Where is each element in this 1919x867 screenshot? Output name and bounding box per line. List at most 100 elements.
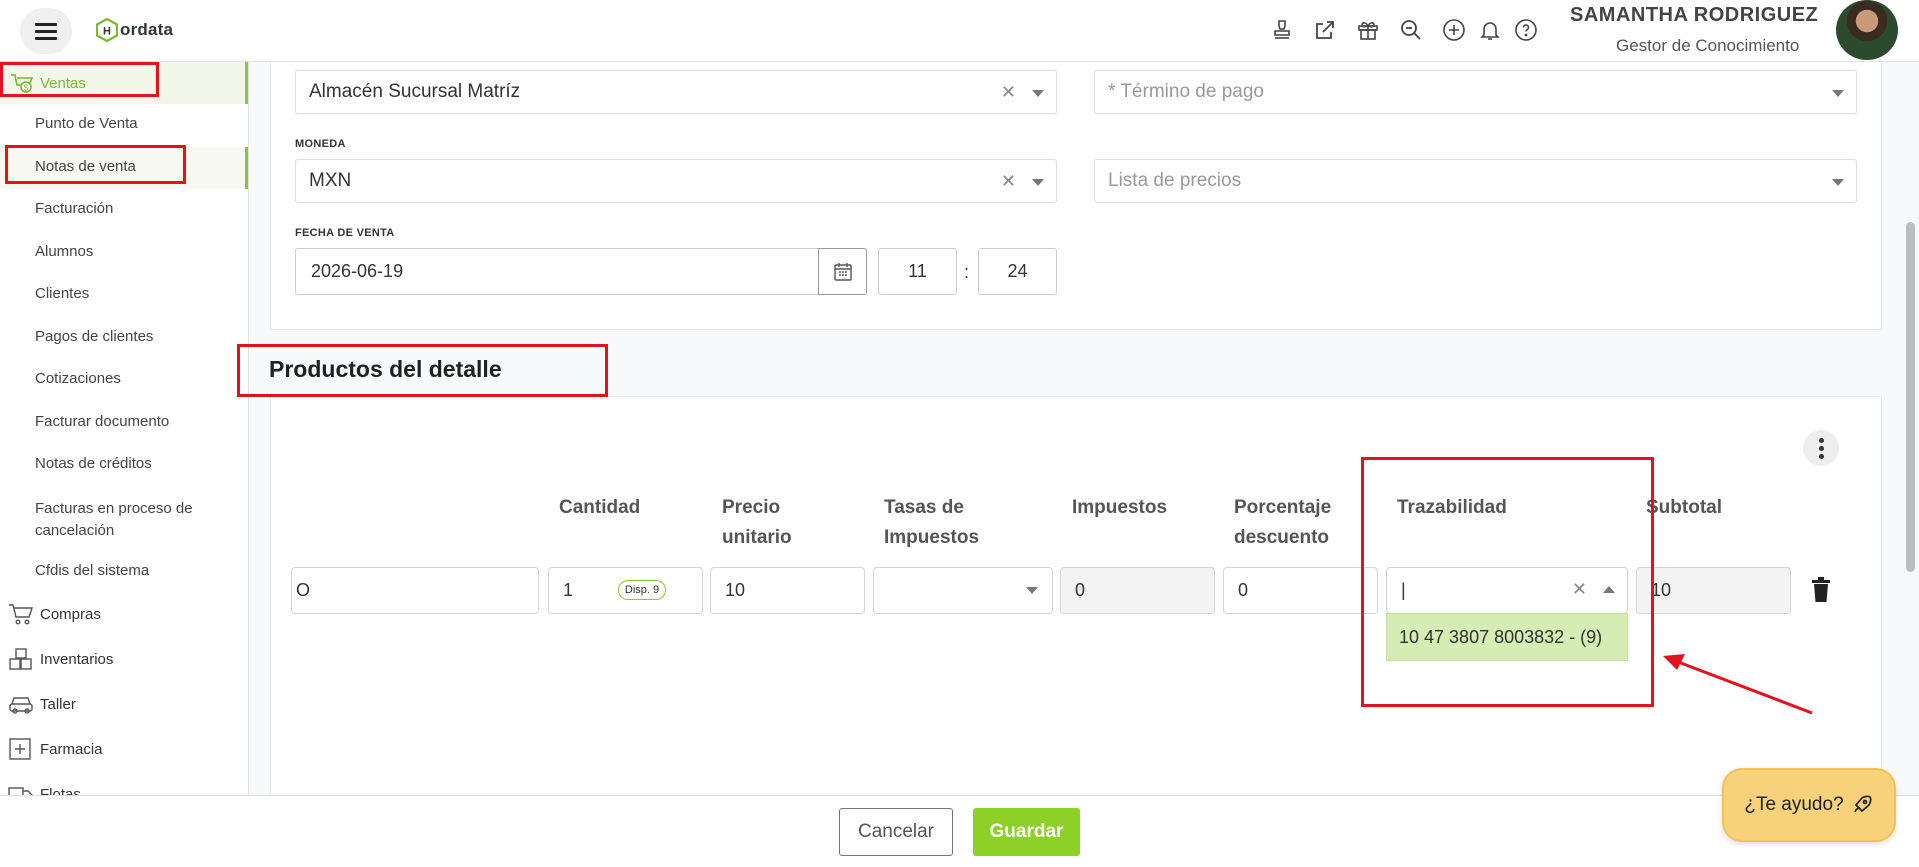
sidebar-item-facturas-en-cancelacion[interactable]: Facturas en proceso de cancelación — [35, 498, 215, 542]
column-header-line: descuento — [1234, 527, 1330, 548]
moneda-value: MXN — [309, 170, 352, 191]
time-separator: : — [964, 262, 970, 282]
action-footer — [0, 795, 1919, 867]
kebab-dot — [1818, 437, 1824, 443]
minute-input[interactable]: 24 — [978, 248, 1057, 295]
sidebar-item-pagos-de-clientes[interactable]: Pagos de clientes — [35, 328, 153, 345]
truck-icon — [8, 787, 33, 795]
product-description-textarea[interactable]: O — [291, 567, 539, 614]
column-header-line: Porcentaje — [1234, 497, 1332, 518]
stamp-icon[interactable] — [1268, 16, 1296, 44]
help-button[interactable]: ¿Te ayudo? — [1722, 768, 1896, 842]
kebab-dot — [1818, 453, 1824, 459]
search-zoom-icon[interactable] — [1397, 16, 1425, 44]
tasas-impuestos-select[interactable] — [873, 567, 1053, 614]
sidebar-item-alumnos[interactable]: Alumnos — [35, 243, 93, 260]
gift-icon[interactable] — [1354, 16, 1382, 44]
sidebar-item-facturar-documento[interactable]: Facturar documento — [35, 413, 169, 430]
column-header-cantidad: Cantidad — [559, 497, 641, 518]
chevron-down-icon[interactable] — [1032, 90, 1044, 97]
sidebar-group-label: Inventarios — [40, 650, 114, 668]
avatar[interactable] — [1836, 0, 1898, 60]
boxes-icon — [9, 648, 32, 670]
external-link-icon[interactable] — [1311, 16, 1339, 44]
termino-de-pago-select[interactable]: * Término de pago — [1094, 70, 1857, 114]
column-header-tasas: Tasas de Impuestos — [884, 493, 979, 553]
sidebar-group-label: Farmacia — [40, 740, 103, 758]
column-header-line: Impuestos — [884, 527, 980, 548]
almacen-select[interactable]: Almacén Sucursal Matríz ✕ — [295, 70, 1057, 114]
rocket-icon — [1853, 795, 1872, 813]
user-name[interactable]: SAMANTHA RODRIGUEZ — [1570, 4, 1818, 27]
hamburger-icon — [35, 21, 57, 42]
save-button[interactable]: Guardar — [973, 808, 1080, 856]
moneda-select[interactable]: MXN ✕ — [295, 159, 1057, 203]
annotation-box-notas — [5, 145, 186, 184]
column-header-impuestos: Impuestos — [1072, 497, 1168, 518]
sidebar-item-cotizaciones[interactable]: Cotizaciones — [35, 370, 121, 387]
sidebar-group-flotas[interactable]: Flotas — [8, 782, 81, 795]
car-icon — [9, 697, 33, 714]
annotation-box-trazabilidad — [1361, 457, 1654, 707]
menu-toggle-button[interactable] — [20, 8, 72, 54]
column-header-precio: Precio unitario — [722, 493, 792, 553]
clear-icon[interactable]: ✕ — [1001, 82, 1016, 103]
hour-input[interactable]: 11 — [878, 248, 957, 295]
descuento-input[interactable]: 0 — [1223, 567, 1378, 614]
cancel-button[interactable]: Cancelar — [839, 808, 953, 856]
lista-placeholder: Lista de precios — [1108, 170, 1242, 191]
help-label: ¿Te ayudo? — [1744, 794, 1844, 815]
scrollbar[interactable] — [1906, 222, 1915, 572]
sidebar-item-notas-de-creditos[interactable]: Notas de créditos — [35, 455, 152, 472]
annotation-arrow — [1663, 654, 1813, 715]
logo-icon: H — [96, 18, 118, 42]
almacen-value: Almacén Sucursal Matríz — [309, 81, 521, 102]
pharmacy-icon — [9, 738, 31, 760]
sidebar-group-inventarios[interactable]: Inventarios — [8, 647, 113, 671]
sidebar-group-compras[interactable]: Compras — [8, 602, 101, 626]
user-role: Gestor de Conocimiento — [1616, 36, 1800, 55]
logo-text: ordata — [120, 20, 174, 39]
trash-icon[interactable] — [1810, 577, 1832, 603]
annotation-box-productos — [237, 344, 608, 397]
termino-placeholder: * Término de pago — [1108, 81, 1264, 102]
column-header-line: Precio — [722, 497, 781, 518]
svg-text:H: H — [103, 26, 111, 38]
column-header-line: Tasas de — [884, 497, 964, 518]
calendar-button[interactable] — [818, 248, 867, 295]
chevron-down-icon[interactable] — [1832, 179, 1844, 186]
fecha-label: FECHA DE VENTA — [295, 227, 395, 239]
subtotal-input: 10 — [1636, 567, 1791, 614]
lista-de-precios-select[interactable]: Lista de precios — [1094, 159, 1857, 203]
column-header-line: unitario — [722, 527, 792, 548]
shopping-cart-icon — [9, 604, 33, 625]
available-stock-badge: Disp. 9 — [618, 580, 666, 600]
impuestos-input: 0 — [1060, 567, 1215, 614]
sidebar-item-clientes[interactable]: Clientes — [35, 285, 89, 302]
help-circle-icon[interactable] — [1512, 16, 1540, 44]
plus-circle-icon[interactable] — [1440, 16, 1468, 44]
calendar-icon — [833, 262, 852, 281]
chevron-down-icon[interactable] — [1032, 179, 1044, 186]
sidebar-item-cfdis-del-sistema[interactable]: Cfdis del sistema — [35, 562, 149, 579]
sidebar-group-label: Taller — [40, 695, 76, 713]
fecha-input[interactable]: 2026-06-19 — [295, 248, 819, 295]
sidebar-group-label: Flotas — [40, 785, 81, 796]
more-options-button[interactable] — [1803, 430, 1839, 466]
sidebar-group-taller[interactable]: Taller — [8, 692, 76, 716]
precio-unitario-input[interactable]: 10 — [710, 567, 865, 614]
chevron-down-icon[interactable] — [1026, 587, 1038, 594]
sidebar-item-punto-de-venta[interactable]: Punto de Venta — [35, 115, 138, 132]
clear-icon[interactable]: ✕ — [1001, 171, 1016, 192]
column-header-descuento: Porcentaje descuento — [1234, 493, 1331, 553]
column-header-subtotal: Subtotal — [1646, 497, 1722, 518]
chevron-down-icon[interactable] — [1832, 90, 1844, 97]
bell-icon[interactable] — [1476, 16, 1504, 44]
brand-logo[interactable]: H ordata — [96, 18, 173, 42]
sidebar-item-facturacion[interactable]: Facturación — [35, 200, 113, 217]
sidebar-group-farmacia[interactable]: Farmacia — [8, 737, 103, 761]
sidebar-group-label: Compras — [40, 605, 101, 623]
kebab-dot — [1818, 445, 1824, 451]
top-header: H ordata SAMANTHA RODRIGUEZ Gestor de Co… — [0, 0, 1919, 62]
annotation-box-ventas — [0, 62, 159, 97]
